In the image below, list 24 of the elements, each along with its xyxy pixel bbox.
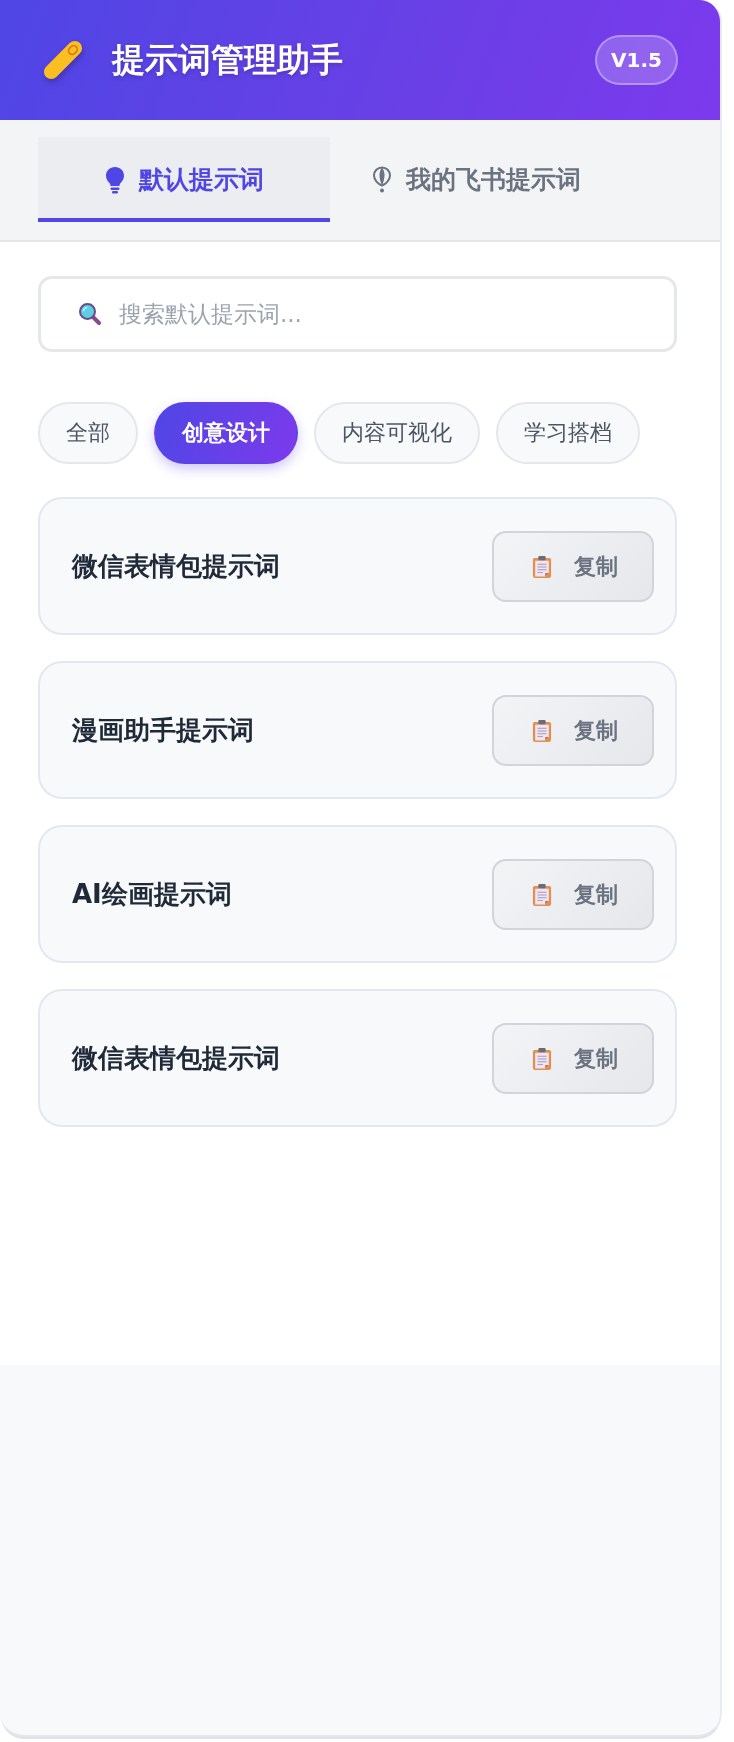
clipboard-icon	[532, 883, 552, 907]
category-chip[interactable]: 创意设计	[154, 402, 298, 464]
clipboard-icon	[532, 555, 552, 579]
copy-button[interactable]: 复制	[492, 694, 654, 766]
prompt-title: 微信表情包提示词	[72, 549, 280, 583]
search-field[interactable]: 搜索默认提示词...	[38, 276, 677, 352]
category-chip[interactable]: 内容可视化	[314, 402, 480, 464]
copy-button[interactable]: 复制	[492, 858, 654, 930]
prompt-title: 漫画助手提示词	[72, 713, 254, 747]
copy-button[interactable]: 复制	[492, 530, 654, 602]
prompt-title: 微信表情包提示词	[72, 1041, 280, 1075]
clipboard-icon	[532, 719, 552, 743]
tab[interactable]: 我的飞书提示词	[330, 137, 622, 222]
tab[interactable]: 默认提示词	[38, 137, 330, 222]
app-title: 提示词管理助手	[112, 38, 343, 81]
version-badge: V1.5	[595, 35, 678, 85]
clipboard-icon	[532, 1047, 552, 1071]
lightbulb-icon	[104, 165, 125, 194]
balloon-icon	[371, 165, 392, 194]
copy-button[interactable]: 复制	[492, 1022, 654, 1094]
prompt-title: AI绘画提示词	[72, 877, 232, 911]
category-chip[interactable]: 全部	[38, 402, 138, 464]
category-chip[interactable]: 学习搭档	[496, 402, 640, 464]
search-icon	[78, 302, 102, 326]
